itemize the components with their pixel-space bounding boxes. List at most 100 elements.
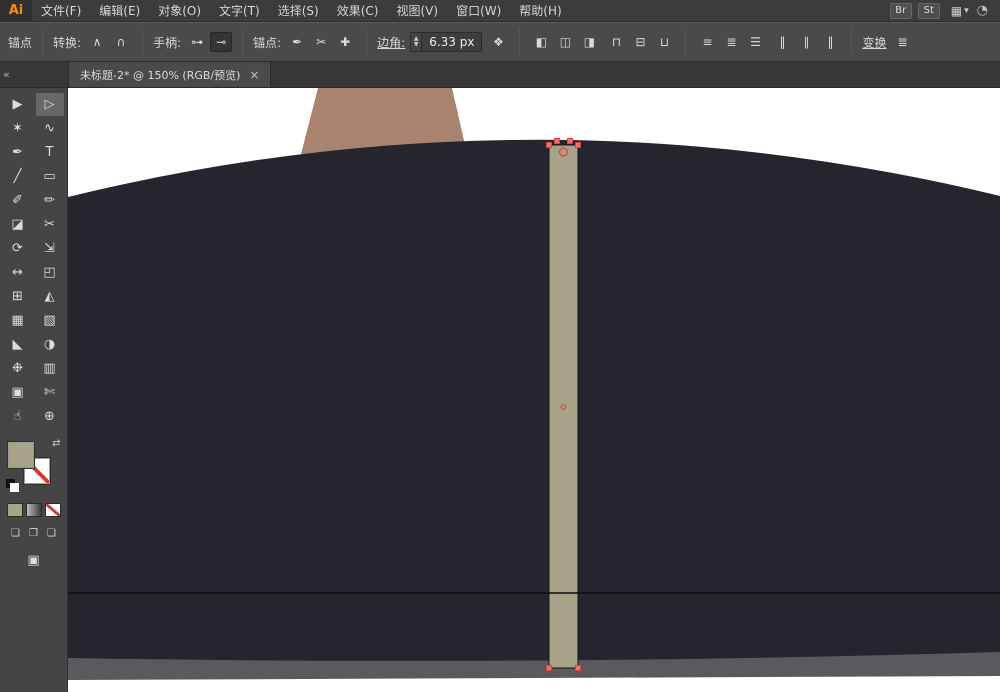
distribute-h-center-icon[interactable]: ∥ <box>795 32 817 52</box>
mesh-tool[interactable]: ▦ <box>4 309 32 332</box>
menu-type[interactable]: 文字(T) <box>210 0 269 22</box>
handles-label: 手柄: <box>153 35 182 50</box>
corner-label[interactable]: 边角: <box>377 34 405 51</box>
eyedropper-tool[interactable]: ◣ <box>4 333 32 356</box>
align-h-center-icon[interactable]: ◫ <box>554 32 576 52</box>
separator <box>685 29 687 55</box>
distribute-v-center-icon[interactable]: ≣ <box>720 32 742 52</box>
gradient-tool[interactable]: ▧ <box>36 309 64 332</box>
anchor-handle[interactable] <box>575 665 581 671</box>
convert-label: 转换: <box>53 35 82 50</box>
direct-selection-tool[interactable]: ▷ <box>35 93 64 116</box>
magic-wand-tool[interactable]: ✶ <box>4 117 32 140</box>
anchor-handle[interactable] <box>575 142 581 148</box>
distribute-bottom-icon[interactable]: ☰ <box>744 32 766 52</box>
workspace-switcher[interactable]: ▦ ▾ <box>951 4 969 18</box>
align-top-icon[interactable]: ⊓ <box>605 32 627 52</box>
convert-to-corner-icon[interactable]: ∧ <box>86 32 108 52</box>
type-tool[interactable]: T <box>36 141 64 164</box>
pencil-tool[interactable]: ✏ <box>36 189 64 212</box>
distribute-horizontal-icons: ‖ ∥ ‖ <box>771 32 841 52</box>
align-horizontal-icons: ◧ ◫ ◨ <box>530 32 600 52</box>
menu-view[interactable]: 视图(V) <box>387 0 447 22</box>
corner-radius-stepper[interactable]: ▲ ▼ 6.33 px <box>410 32 483 52</box>
canvas-area[interactable] <box>68 88 1000 692</box>
shape-builder-tool[interactable]: ⊞ <box>4 285 32 308</box>
artboard-tool[interactable]: ▣ <box>4 381 32 404</box>
anchors-icons: ✒ ✂ ✚ <box>286 32 356 52</box>
default-fill-stroke-icon[interactable] <box>5 479 19 492</box>
transform-link[interactable]: 变换 <box>862 34 886 51</box>
bridge-badge[interactable]: Br <box>889 2 912 19</box>
remove-anchor-icon[interactable]: ✒ <box>286 32 308 52</box>
draw-behind-mode-button[interactable]: ❐ <box>25 526 42 541</box>
cut-path-icon[interactable]: ✂ <box>310 32 332 52</box>
scissors-tool[interactable]: ✂ <box>36 213 64 236</box>
rotate-tool[interactable]: ⟳ <box>4 237 32 260</box>
perspective-grid-tool[interactable]: ◭ <box>36 285 64 308</box>
menu-help[interactable]: 帮助(H) <box>510 0 570 22</box>
distribute-right-icon[interactable]: ‖ <box>819 32 841 52</box>
coat-shape[interactable] <box>68 139 1000 661</box>
eraser-tool[interactable]: ◪ <box>4 213 32 236</box>
width-tool[interactable]: ↔ <box>4 261 32 284</box>
hand-tool[interactable]: ☝ <box>4 405 32 428</box>
control-bar: 锚点 转换: ∧ ∩ 手柄: ⊶ ⊸ 锚点: ✒ ✂ ✚ 边角: ▲ ▼ 6.33 px … <box>0 22 1000 62</box>
align-v-center-icon[interactable]: ⊟ <box>629 32 651 52</box>
pen-tool[interactable]: ✒ <box>4 141 32 164</box>
panel-collapse-button[interactable]: « <box>0 62 68 87</box>
menu-window[interactable]: 窗口(W) <box>447 0 510 22</box>
menu-effect[interactable]: 效果(C) <box>328 0 388 22</box>
rectangle-tool[interactable]: ▭ <box>36 165 64 188</box>
menu-edit[interactable]: 编辑(E) <box>90 0 149 22</box>
sync-status-icon[interactable]: ◔ <box>977 3 988 18</box>
tools-panel: ▶ ▷ ✶ ∿ ✒ T ╱ ▭ ✐ ✏ ◪ ✂ ⟳ ⇲ ↔ ◰ ⊞ ◭ ▦ ▧ ◣ ◑ ❉ ▥ ▣ ✄ ☝ ⊕ ⇄ ❏ ❐ ❑ ▣ <box>0 88 68 692</box>
swap-fill-stroke-icon[interactable]: ⇄ <box>52 438 60 449</box>
scale-tool[interactable]: ⇲ <box>36 237 64 260</box>
draw-inside-mode-button[interactable]: ❑ <box>43 526 60 541</box>
menu-select[interactable]: 选择(S) <box>269 0 328 22</box>
align-bottom-icon[interactable]: ⊔ <box>653 32 675 52</box>
screen-mode-button[interactable]: ▣ <box>20 549 48 572</box>
distribute-left-icon[interactable]: ‖ <box>771 32 793 52</box>
gradient-mode-button[interactable] <box>25 503 42 517</box>
stock-badge[interactable]: St <box>917 2 940 19</box>
free-transform-tool[interactable]: ◰ <box>36 261 64 284</box>
stepper-arrows-icon[interactable]: ▲ ▼ <box>411 33 423 51</box>
menu-file[interactable]: 文件(F) <box>32 0 90 22</box>
symbol-sprayer-tool[interactable]: ❉ <box>4 357 32 380</box>
hide-handles-icon[interactable]: ⊸ <box>210 32 233 52</box>
anchor-handle[interactable] <box>567 138 573 144</box>
panel-menu-icon[interactable]: ≣ <box>891 32 913 52</box>
fill-swatch[interactable] <box>7 442 34 468</box>
corner-radius-value[interactable]: 6.33 px <box>422 33 481 51</box>
corner-options-icon[interactable]: ❖ <box>487 32 509 52</box>
draw-normal-mode-button[interactable]: ❏ <box>7 526 24 541</box>
connect-path-icon[interactable]: ✚ <box>334 32 356 52</box>
color-mode-button[interactable] <box>6 503 23 517</box>
convert-icons: ∧ ∩ <box>86 32 132 52</box>
selection-tool[interactable]: ▶ <box>4 93 32 116</box>
lasso-tool[interactable]: ∿ <box>36 117 64 140</box>
line-segment-tool[interactable]: ╱ <box>4 165 32 188</box>
anchor-handle[interactable] <box>546 142 552 148</box>
slice-tool[interactable]: ✄ <box>36 381 64 404</box>
anchor-handle[interactable] <box>546 665 552 671</box>
zoom-tool[interactable]: ⊕ <box>36 405 64 428</box>
distribute-top-icon[interactable]: ≡ <box>696 32 718 52</box>
menu-items: 文件(F) 编辑(E) 对象(O) 文字(T) 选择(S) 效果(C) 视图(V) 窗口(W)… <box>32 0 571 21</box>
document-tab[interactable]: 未标题-2* @ 150% (RGB/预览) × <box>68 62 272 87</box>
menu-object[interactable]: 对象(O) <box>149 0 210 22</box>
anchor-handle[interactable] <box>554 138 560 144</box>
convert-to-smooth-icon[interactable]: ∩ <box>110 32 132 52</box>
tab-close-icon[interactable]: × <box>249 68 259 82</box>
tie-shape[interactable] <box>548 144 579 669</box>
none-mode-button[interactable] <box>44 503 61 517</box>
separator <box>42 29 44 55</box>
blend-tool[interactable]: ◑ <box>36 333 64 356</box>
column-graph-tool[interactable]: ▥ <box>36 357 64 380</box>
paintbrush-tool[interactable]: ✐ <box>4 189 32 212</box>
align-right-icon[interactable]: ◨ <box>578 32 600 52</box>
show-handles-icon[interactable]: ⊶ <box>186 32 208 52</box>
align-left-icon[interactable]: ◧ <box>530 32 552 52</box>
